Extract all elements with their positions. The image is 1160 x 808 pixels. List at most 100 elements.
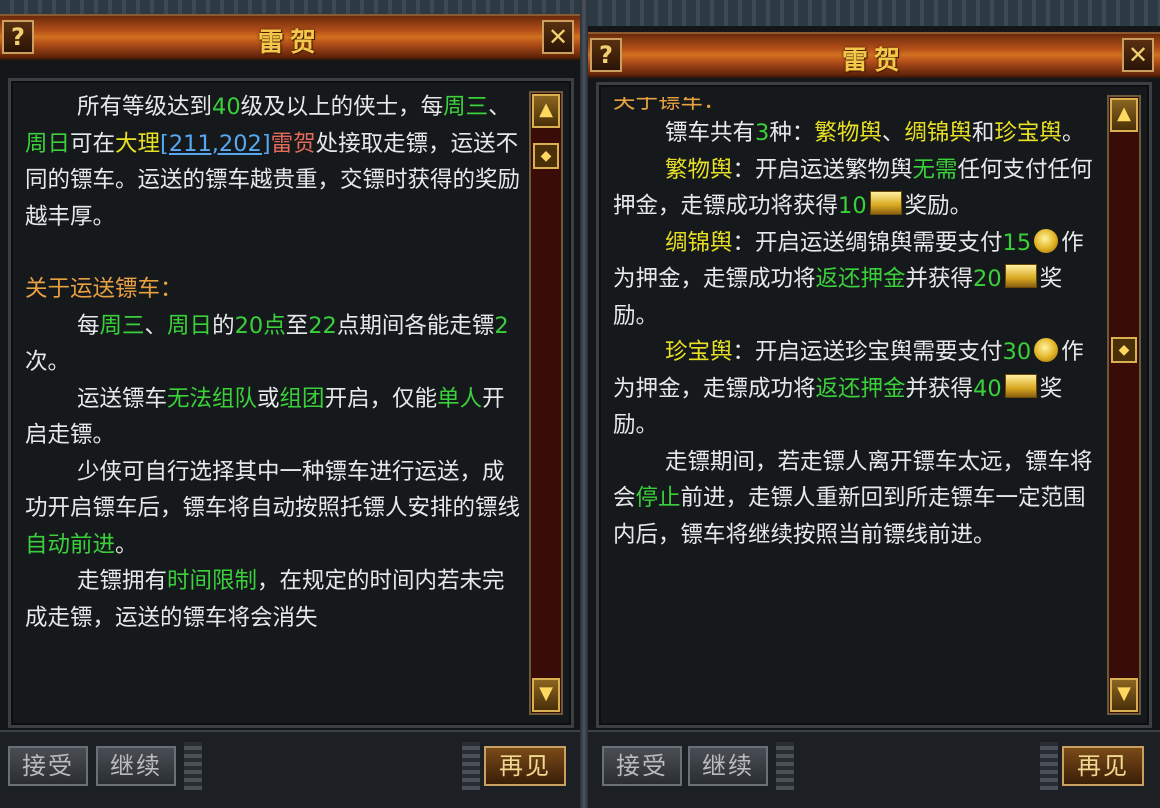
goodbye-button[interactable]: 再见	[484, 746, 566, 786]
cart-types-paragraph: 镖车共有3种：繁物舆、绸锦舆和珍宝舆。	[613, 115, 1099, 152]
text: 并获得	[905, 375, 974, 402]
cart-name: 绸锦舆	[904, 120, 972, 146]
scroll-thumb[interactable]: ◆	[1111, 337, 1137, 363]
rule-paragraph: 每周三、周日的20点至22点期间各能走镖2 次。	[25, 308, 521, 381]
scroll-up-icon[interactable]: ▲	[1110, 98, 1138, 132]
npc-name-title: 雷贺	[841, 46, 906, 76]
highlight: 组团	[279, 385, 325, 412]
cart-name: 绸锦舆	[665, 229, 733, 256]
cart-name: 珍宝舆	[994, 120, 1062, 146]
reward-amount: 20	[973, 266, 1002, 292]
scroll-up-icon[interactable]: ▲	[532, 94, 560, 128]
accept-button[interactable]: 接受	[602, 746, 682, 786]
frame-ornament	[462, 742, 480, 790]
npc-name: 雷贺	[270, 130, 316, 157]
scrollbar[interactable]: ▲ ◆ ▼	[1107, 95, 1141, 715]
text: 次。	[25, 349, 71, 375]
dialog-titlebar: ? 雷贺 ✕	[588, 32, 1160, 78]
gold-ingot-icon	[1004, 264, 1037, 288]
count-highlight: 2	[494, 312, 509, 339]
time-highlight: 22	[308, 312, 337, 339]
scroll-down-icon[interactable]: ▼	[532, 678, 560, 712]
highlight: 无需	[912, 156, 958, 183]
accept-button[interactable]: 接受	[8, 746, 88, 786]
frame-ornament	[1040, 742, 1058, 790]
text: ：开启运送繁物舆	[732, 156, 913, 183]
dialog-content: 所有等级达到40级及以上的侠士，每周三、周日可在大理[211,202]雷贺处接取…	[8, 78, 574, 728]
text: 至	[285, 312, 309, 339]
frame-ornament	[776, 742, 794, 790]
text: 或	[257, 385, 280, 412]
text: 所有等级达到	[77, 94, 213, 120]
continue-button[interactable]: 继续	[96, 746, 176, 786]
day-highlight: 周三	[99, 312, 145, 339]
time-highlight: 20点	[234, 312, 286, 339]
close-button[interactable]: ✕	[542, 20, 574, 54]
rule-paragraph: 运送镖车无法组队或组团开启，仅能单人开启走镖。	[25, 381, 521, 454]
goodbye-button[interactable]: 再见	[1062, 746, 1144, 786]
day-highlight: 周三	[443, 94, 489, 120]
copper-coin-icon	[1034, 228, 1059, 253]
text: 开启，仅能	[324, 385, 438, 412]
reward-amount: 40	[973, 375, 1002, 402]
text: 。	[115, 531, 138, 558]
rule-paragraph: 走镖拥有时间限制，在规定的时间内若未完成走镖，运送的镖车将会消失	[25, 563, 521, 636]
day-highlight: 周日	[25, 130, 71, 157]
text: ：开启运送珍宝舆需要支付	[732, 339, 1003, 365]
text: 的	[212, 312, 235, 339]
day-highlight: 周日	[167, 312, 213, 339]
dialog-content: 关于镖车： 镖车共有3种：繁物舆、绸锦舆和珍宝舆。 繁物舆：开启运送繁物舆无需任…	[596, 82, 1152, 728]
note-paragraph: 走镖期间，若走镖人离开镖车太远，镖车将会停止前进，走镖人重新回到所走镖车一定范围…	[613, 444, 1099, 554]
text: ：开启运送绸锦舆需要支付	[732, 229, 1003, 256]
text: 前进，走镖人重新回到所走镖车一定范围内后，镖车将继续按照当前镖线前进。	[613, 485, 1086, 548]
section-heading: 关于镖车：	[613, 97, 726, 114]
text: 、	[881, 120, 905, 146]
close-button[interactable]: ✕	[1122, 38, 1154, 72]
text: 可在	[70, 130, 116, 157]
cart-name: 珍宝舆	[665, 339, 733, 365]
text: 。	[1061, 120, 1085, 146]
cart-detail-paragraph: 绸锦舆：开启运送绸锦舆需要支付15 作为押金，走镖成功将返还押金并获得20 奖励。	[613, 225, 1099, 335]
dialog-titlebar: ? 雷贺 ✕	[0, 14, 580, 60]
text: 和	[971, 120, 995, 146]
text: 走镖拥有	[77, 568, 168, 594]
text: 镖车共有	[665, 120, 756, 146]
coordinates-link[interactable]: [211,202]	[160, 131, 271, 157]
frame-ornament	[184, 742, 202, 790]
scroll-down-icon[interactable]: ▼	[1110, 678, 1138, 712]
reward-amount: 10	[838, 193, 867, 219]
continue-button[interactable]: 继续	[688, 746, 768, 786]
dialog-text: 所有等级达到40级及以上的侠士，每周三、周日可在大理[211,202]雷贺处接取…	[25, 89, 521, 717]
highlight: 自动前进	[25, 531, 116, 558]
deposit-amount: 30	[1002, 339, 1032, 365]
text: 级及以上的侠士，每	[240, 94, 444, 120]
cart-detail-paragraph: 珍宝舆：开启运送珍宝舆需要支付30 作为押金，走镖成功将返还押金并获得40 奖励。	[613, 334, 1099, 444]
text: 每	[77, 312, 100, 339]
gold-ingot-icon	[1004, 373, 1037, 398]
text: 种：	[769, 120, 815, 146]
text: 、	[488, 94, 511, 120]
deposit-amount: 15	[1002, 229, 1032, 256]
scrollbar[interactable]: ▲ ◆ ▼	[529, 91, 563, 715]
intro-paragraph: 所有等级达到40级及以上的侠士，每周三、周日可在大理[211,202]雷贺处接取…	[25, 89, 521, 235]
highlight: 返还押金	[815, 375, 906, 402]
npc-dialog-left: ? 雷贺 ✕ 所有等级达到40级及以上的侠士，每周三、周日可在大理[211,20…	[0, 0, 580, 808]
highlight: 返还押金	[815, 266, 906, 292]
highlight: 停止	[635, 485, 681, 511]
count-highlight: 3	[755, 120, 770, 146]
place-name: 大理	[115, 130, 161, 157]
text: 点期间各能走镖	[336, 312, 495, 339]
scroll-thumb[interactable]: ◆	[533, 143, 559, 169]
text: 、	[144, 312, 168, 339]
dialog-text: 关于镖车： 镖车共有3种：繁物舆、绸锦舆和珍宝舆。 繁物舆：开启运送繁物舆无需任…	[613, 97, 1099, 717]
gold-ingot-icon	[869, 191, 902, 215]
text: 运送镖车	[77, 385, 168, 412]
window-frame-top	[588, 0, 1160, 26]
copper-coin-icon	[1034, 338, 1059, 362]
cart-detail-paragraph: 繁物舆：开启运送繁物舆无需任何支付任何押金，走镖成功将获得10 奖励。	[613, 152, 1099, 225]
rule-paragraph: 少侠可自行选择其中一种镖车进行运送，成功开启镖车后，镖车将自动按照托镖人安排的镖…	[25, 454, 521, 564]
button-bar: 接受 继续 再见	[588, 730, 1160, 808]
cart-name: 繁物舆	[814, 120, 882, 146]
highlight: 无法组队	[167, 385, 258, 412]
